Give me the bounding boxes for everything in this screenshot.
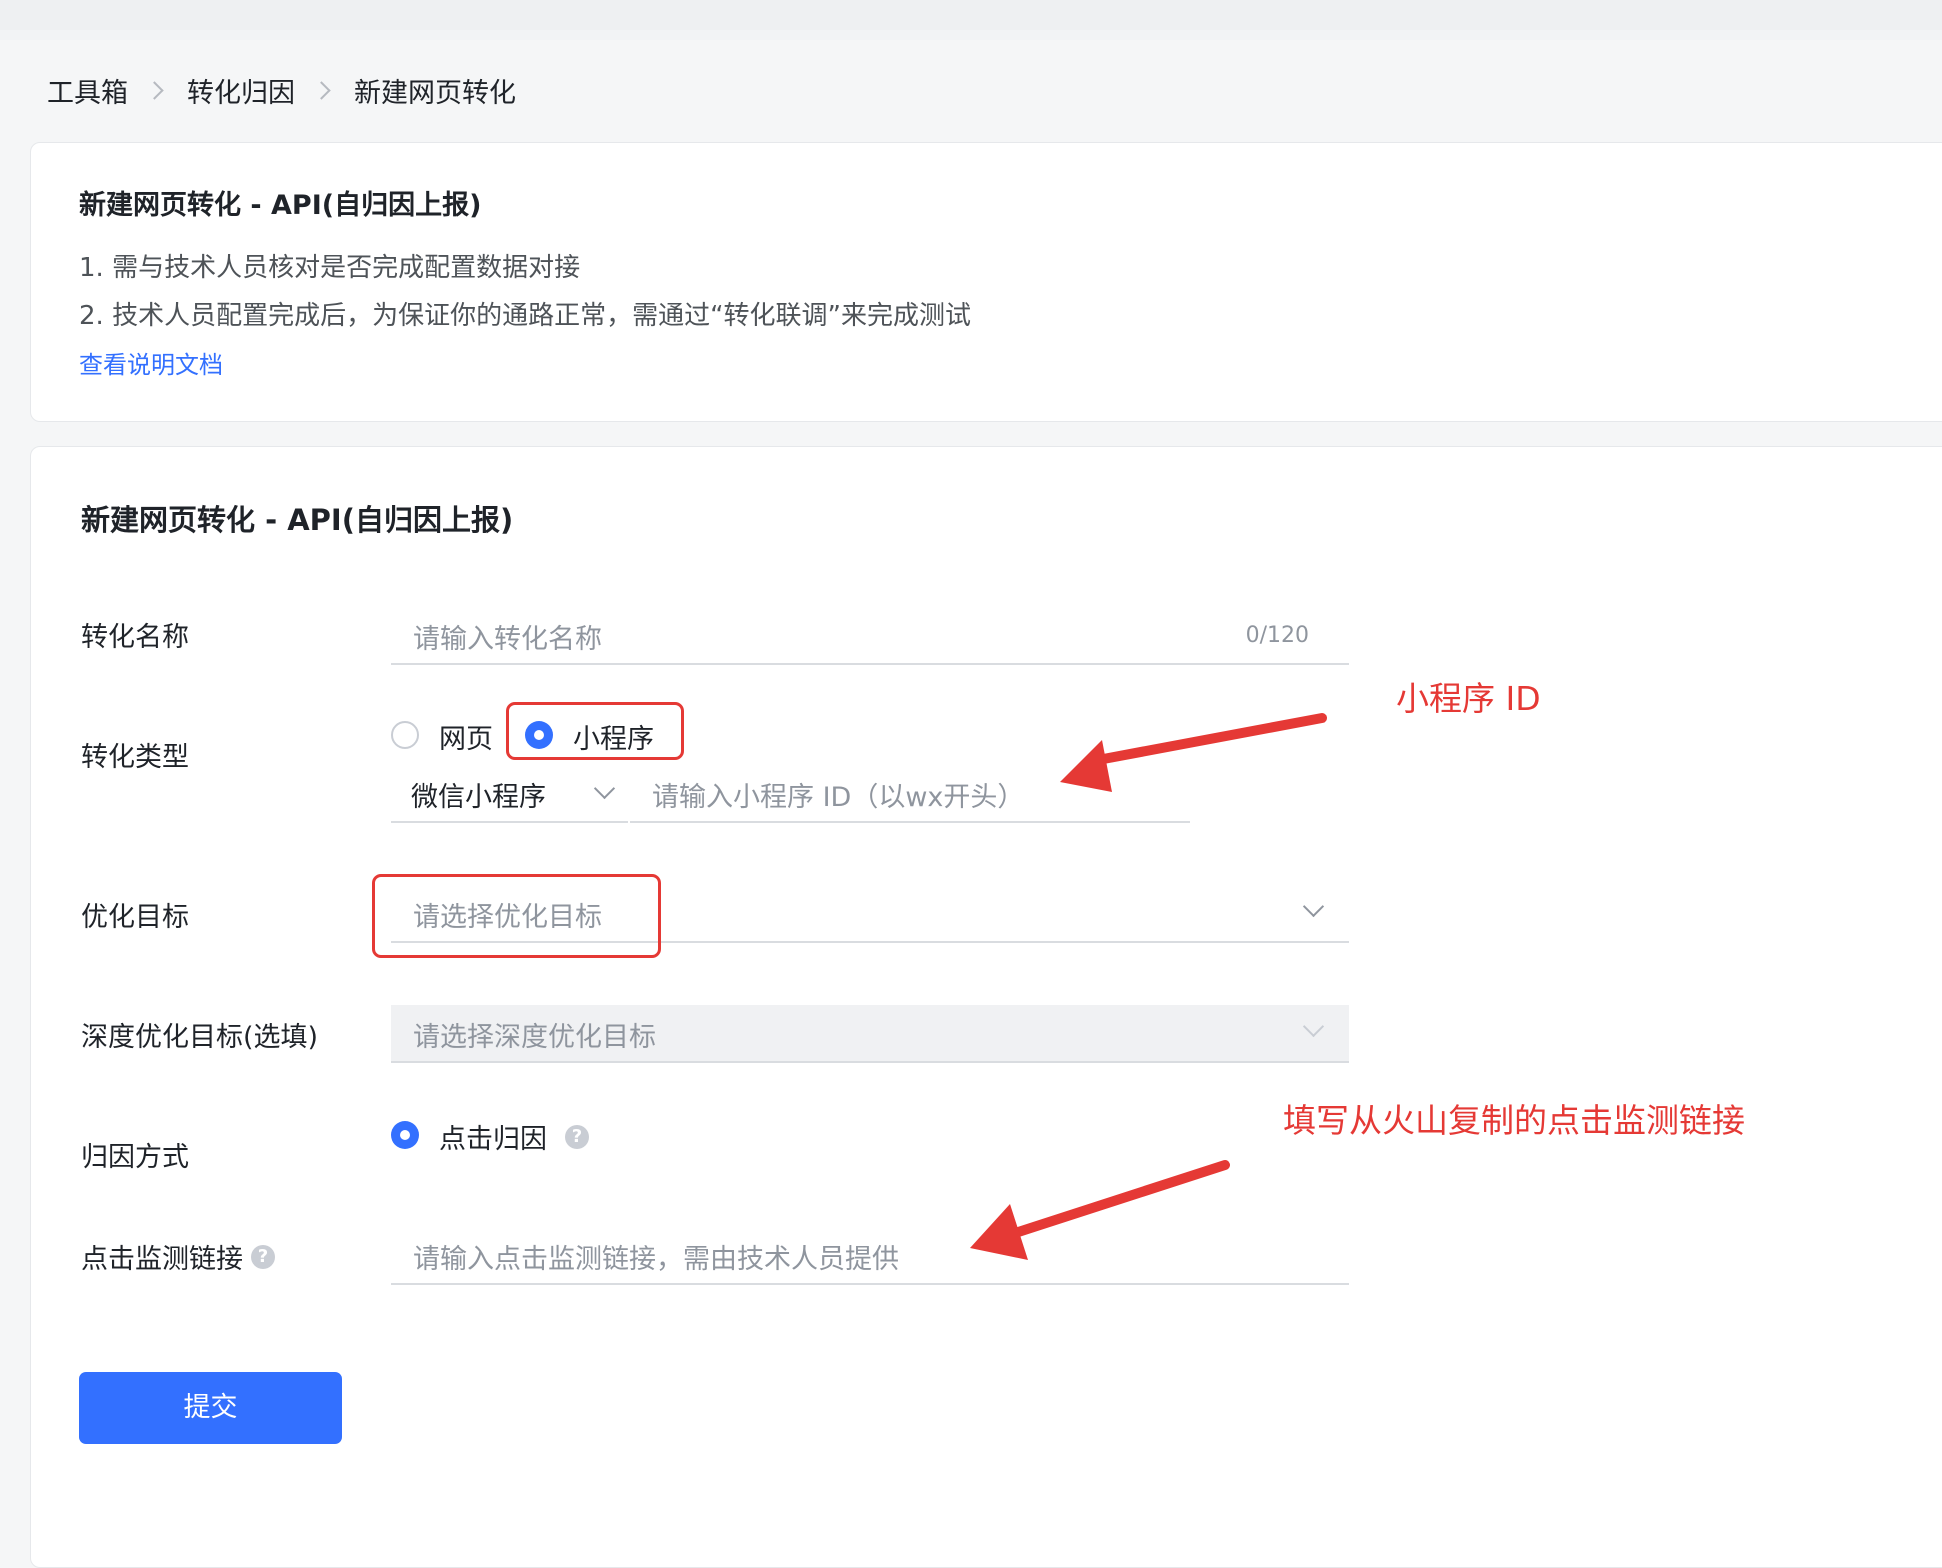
breadcrumb-item-attribution[interactable]: 转化归因 bbox=[187, 71, 295, 110]
info-card: 新建网页转化 - API(自归因上报) 1. 需与技术人员核对是否完成配置数据对… bbox=[30, 142, 1942, 422]
chevron-down-icon bbox=[1302, 895, 1325, 918]
chevron-right-icon bbox=[145, 80, 164, 100]
radio-click-attribution[interactable] bbox=[391, 1121, 419, 1149]
chevron-down-icon bbox=[593, 777, 616, 800]
chevron-right-icon bbox=[312, 80, 331, 100]
mini-program-type-value: 微信小程序 bbox=[411, 782, 546, 813]
click-link-input[interactable]: 请输入点击监测链接，需由技术人员提供 bbox=[391, 1227, 1349, 1285]
click-link-placeholder: 请输入点击监测链接，需由技术人员提供 bbox=[413, 1244, 899, 1275]
radio-webpage-label[interactable]: 网页 bbox=[439, 717, 493, 756]
help-icon[interactable]: ? bbox=[251, 1244, 275, 1269]
breadcrumb: 工具箱 转化归因 新建网页转化 bbox=[47, 70, 516, 110]
click-link-label-text: 点击监测链接 bbox=[81, 1244, 243, 1275]
radio-mini-program-label[interactable]: 小程序 bbox=[573, 717, 654, 756]
deep-goal-placeholder: 请选择深度优化目标 bbox=[413, 1022, 656, 1053]
conversion-name-label: 转化名称 bbox=[81, 622, 189, 653]
click-link-label: 点击监测链接 ? bbox=[81, 1237, 275, 1276]
help-icon[interactable]: ? bbox=[565, 1125, 589, 1149]
chevron-down-icon bbox=[1302, 1015, 1325, 1038]
mini-program-id-placeholder: 请输入小程序 ID（以wx开头） bbox=[652, 782, 1025, 813]
attribution-label: 归因方式 bbox=[81, 1142, 189, 1173]
deep-goal-label: 深度优化目标(选填) bbox=[81, 1022, 319, 1053]
char-counter: 0/120 bbox=[1245, 623, 1309, 648]
info-line-1: 1. 需与技术人员核对是否完成配置数据对接 bbox=[79, 253, 581, 283]
form-card: 新建网页转化 - API(自归因上报) 转化名称 请输入转化名称 0/120 转… bbox=[30, 446, 1942, 1568]
mini-program-id-input[interactable]: 请输入小程序 ID（以wx开头） bbox=[630, 765, 1190, 823]
doc-link[interactable]: 查看说明文档 bbox=[79, 345, 223, 380]
info-line-2: 2. 技术人员配置完成后，为保证你的通路正常，需通过“转化联调”来完成测试 bbox=[79, 301, 972, 331]
breadcrumb-item-current: 新建网页转化 bbox=[354, 77, 516, 109]
annotation-click-link: 填写从火山复制的点击监测链接 bbox=[1283, 1101, 1745, 1140]
optimization-goal-label: 优化目标 bbox=[81, 902, 189, 933]
radio-click-attribution-label[interactable]: 点击归因 bbox=[439, 1117, 547, 1156]
radio-mini-program[interactable] bbox=[525, 721, 553, 749]
info-title: 新建网页转化 - API(自归因上报) bbox=[79, 190, 482, 221]
optimization-goal-placeholder: 请选择优化目标 bbox=[413, 902, 602, 933]
deep-goal-select[interactable]: 请选择深度优化目标 bbox=[391, 1005, 1349, 1063]
submit-button[interactable]: 提交 bbox=[79, 1372, 342, 1444]
mini-program-type-select[interactable]: 微信小程序 bbox=[391, 765, 628, 823]
top-bar bbox=[0, 0, 1942, 30]
conversion-type-label: 转化类型 bbox=[81, 742, 189, 773]
optimization-goal-select[interactable]: 请选择优化目标 bbox=[391, 885, 1349, 943]
radio-webpage[interactable] bbox=[391, 721, 419, 749]
top-bar-edge bbox=[0, 30, 1942, 40]
conversion-name-placeholder: 请输入转化名称 bbox=[413, 624, 602, 655]
conversion-name-input[interactable]: 请输入转化名称 0/120 bbox=[391, 607, 1349, 665]
annotation-mini-program-id: 小程序 ID bbox=[1396, 679, 1541, 718]
breadcrumb-item-toolbox[interactable]: 工具箱 bbox=[47, 71, 128, 110]
form-title: 新建网页转化 - API(自归因上报) bbox=[81, 503, 514, 537]
